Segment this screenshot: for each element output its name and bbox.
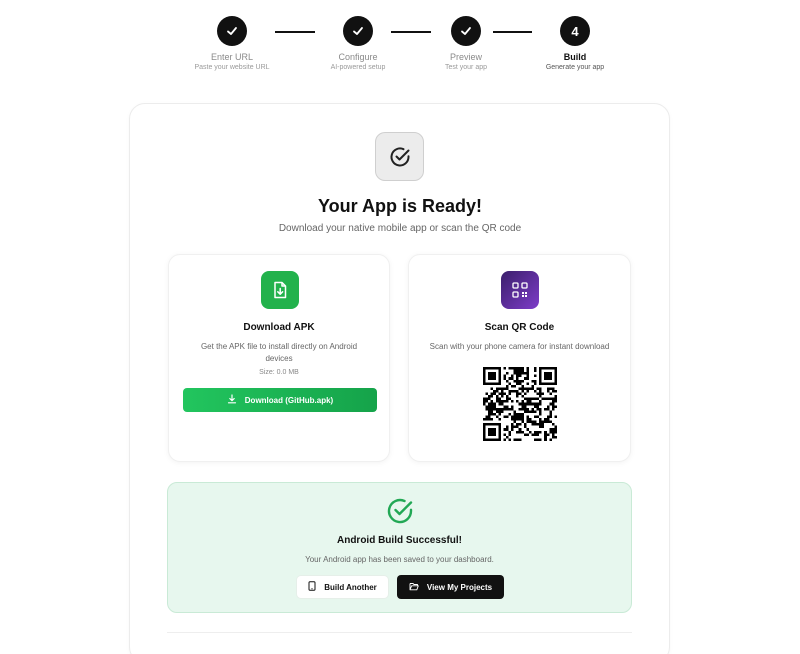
step-title: Enter URL	[210, 52, 254, 62]
step-build[interactable]: 4 Build Generate your app	[515, 16, 635, 71]
qr-title: Scan QR Code	[484, 322, 555, 333]
stepper: Enter URL Paste your website URL Configu…	[0, 16, 800, 86]
download-apk-card: Download APK Get the APK file to install…	[168, 254, 390, 462]
step-title: Build	[563, 52, 587, 62]
check-icon	[217, 16, 247, 46]
step-subtitle: Paste your website URL	[194, 64, 270, 71]
step-configure[interactable]: Configure AI-powered setup	[298, 16, 418, 71]
step-title: Configure	[338, 52, 378, 62]
download-button-label: Download (GitHub.apk)	[244, 395, 334, 405]
step-enter-url[interactable]: Enter URL Paste your website URL	[172, 16, 292, 71]
file-download-icon	[261, 271, 299, 309]
step-title: Preview	[449, 52, 482, 62]
page-title: Your App is Ready!	[317, 196, 483, 216]
success-title: Android Build Successful!	[336, 535, 462, 546]
step-number: 4	[560, 16, 590, 46]
qr-description: Scan with your phone camera for instant …	[429, 342, 610, 351]
view-projects-button[interactable]: View My Projects	[397, 575, 504, 599]
check-circle-icon	[375, 132, 424, 181]
folder-open-icon	[409, 582, 419, 593]
step-subtitle: AI-powered setup	[330, 64, 386, 71]
step-subtitle: Test your app	[444, 64, 488, 71]
view-projects-label: View My Projects	[426, 582, 493, 592]
build-another-label: Build Another	[324, 582, 377, 592]
qr-code-icon	[501, 271, 539, 309]
apk-size: Size: 0.0 MB	[259, 369, 299, 376]
download-icon	[227, 394, 237, 406]
build-success-panel: Android Build Successful! Your Android a…	[167, 482, 632, 613]
scan-qr-card: Scan QR Code Scan with your phone camera…	[408, 254, 631, 462]
check-circle-icon	[387, 498, 413, 524]
download-apk-button[interactable]: Download (GitHub.apk)	[183, 388, 377, 412]
step-subtitle: Generate your app	[545, 64, 605, 71]
success-subtitle: Your Android app has been saved to your …	[305, 555, 494, 564]
step-preview[interactable]: Preview Test your app	[406, 16, 526, 71]
apk-title: Download APK	[243, 322, 315, 333]
check-icon	[451, 16, 481, 46]
apk-description: Get the APK file to install directly on …	[200, 342, 358, 363]
divider	[167, 632, 632, 633]
page-subtitle: Download your native mobile app or scan …	[278, 223, 522, 234]
qr-code-image	[483, 367, 557, 441]
check-icon	[343, 16, 373, 46]
build-another-button[interactable]: Build Another	[297, 576, 388, 598]
smartphone-icon	[308, 581, 316, 593]
